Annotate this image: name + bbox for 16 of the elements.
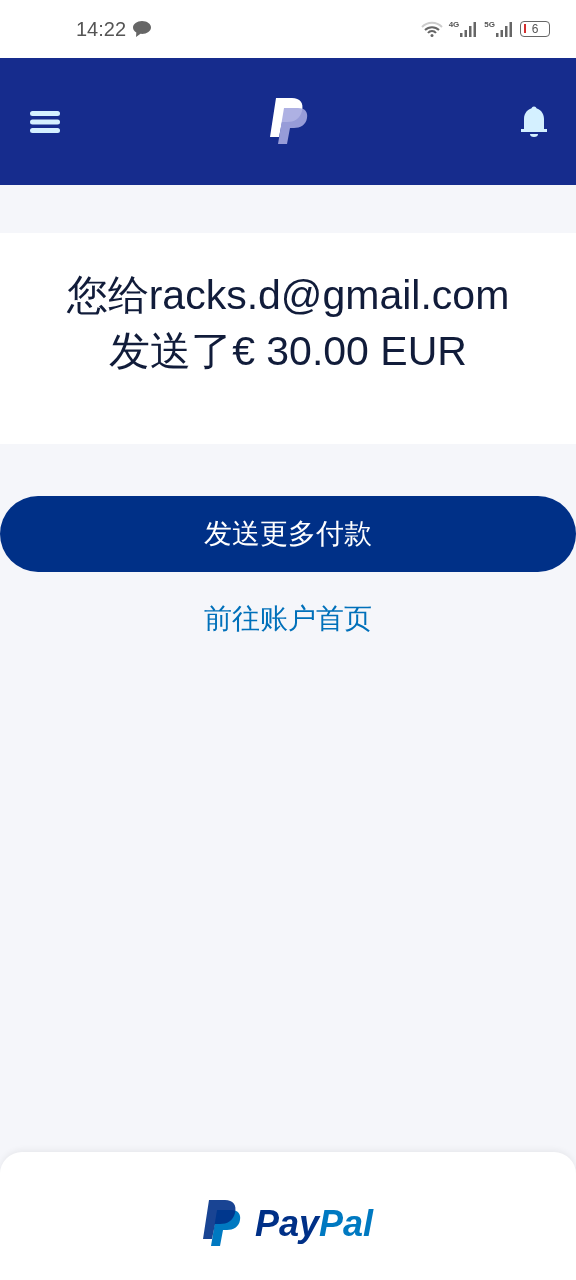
network-label: 4G bbox=[448, 21, 460, 29]
battery-indicator: 6 bbox=[520, 21, 550, 37]
signal-icon bbox=[496, 21, 514, 37]
network-label: 5G bbox=[484, 21, 495, 29]
send-more-button[interactable]: 发送更多付款 bbox=[0, 496, 576, 572]
menu-icon[interactable] bbox=[30, 110, 60, 133]
status-time: 14:22 bbox=[76, 17, 127, 41]
wifi-icon bbox=[420, 21, 443, 37]
account-home-link[interactable]: 前往账户首页 bbox=[204, 600, 372, 638]
payment-confirmation-message: 您给racks.d@gmail.com 发送了€ 30.00 EUR bbox=[66, 271, 510, 376]
logo-icon bbox=[202, 1200, 243, 1248]
brand-wordmark: PayPal bbox=[254, 1203, 374, 1245]
signal-icon bbox=[460, 21, 479, 37]
bell-icon[interactable] bbox=[520, 105, 548, 138]
chat-bubble-icon bbox=[132, 20, 153, 38]
logo-icon bbox=[270, 97, 310, 146]
